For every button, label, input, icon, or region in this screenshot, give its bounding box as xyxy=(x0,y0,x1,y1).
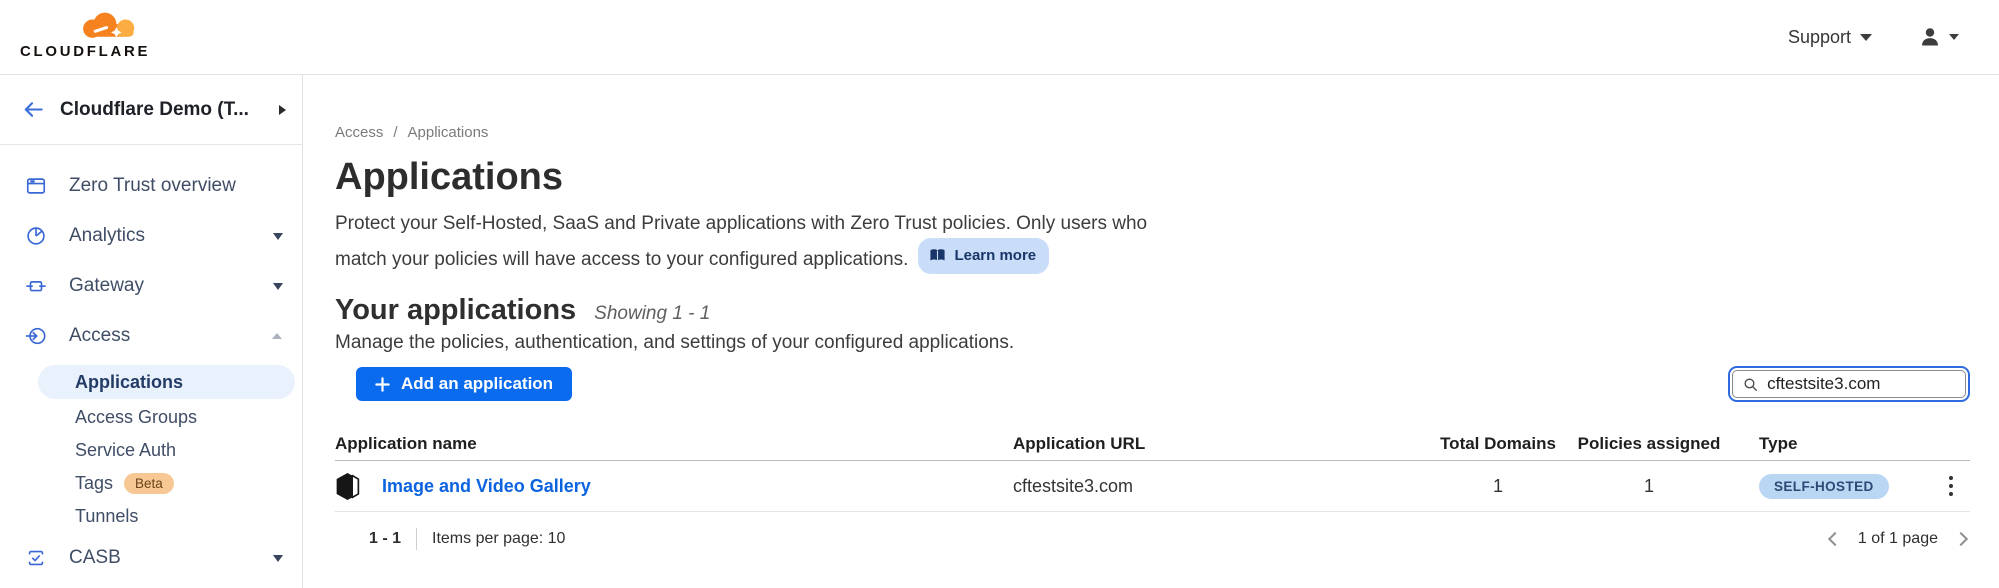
section-title: Your applications xyxy=(335,294,576,327)
overview-icon xyxy=(25,175,47,197)
sidebar-item-tunnels[interactable]: Tunnels xyxy=(0,500,302,533)
cloudflare-wordmark: CLOUDFLARE xyxy=(20,43,150,60)
page-title: Applications xyxy=(335,155,1970,199)
sidebar-item-label: Service Auth xyxy=(75,440,176,461)
learn-more-badge[interactable]: Learn more xyxy=(918,238,1049,274)
sidebar-nav: Zero Trust overview Analytics xyxy=(0,145,302,583)
sidebar-item-access[interactable]: Access xyxy=(0,311,302,361)
chevron-down-icon xyxy=(273,283,283,290)
sidebar: Cloudflare Demo (T... Zero Trust overvie… xyxy=(0,75,303,588)
table-header-row: Application name Application URL Total D… xyxy=(335,428,1970,461)
sidebar-item-label: Access Groups xyxy=(75,407,197,428)
chevron-down-icon xyxy=(273,233,283,240)
book-icon xyxy=(929,248,946,263)
gateway-icon xyxy=(25,275,47,297)
column-policies-assigned: Policies assigned xyxy=(1563,434,1735,454)
cloudflare-logo[interactable]: CLOUDFLARE xyxy=(20,9,152,66)
chevron-right-icon[interactable] xyxy=(279,105,286,115)
next-page-icon[interactable] xyxy=(1954,532,1968,546)
column-type: Type xyxy=(1735,434,1915,454)
sidebar-item-label: Access xyxy=(69,325,250,347)
user-icon xyxy=(1918,25,1942,49)
application-cube-icon xyxy=(335,472,360,501)
sidebar-item-label: Gateway xyxy=(69,275,251,297)
description-text: match your policies will have access to … xyxy=(335,249,908,270)
user-menu[interactable] xyxy=(1918,25,1959,49)
search-input[interactable] xyxy=(1767,374,1955,394)
total-domains-cell: 1 xyxy=(1433,476,1563,497)
top-bar: CLOUDFLARE Support xyxy=(0,0,1999,75)
page-info: 1 of 1 page xyxy=(1858,530,1938,548)
divider xyxy=(416,528,417,550)
pagination: 1 - 1 Items per page: 10 1 of 1 page xyxy=(335,528,1970,550)
description-line-1: Protect your Self-Hosted, SaaS and Priva… xyxy=(335,209,1970,238)
application-url-cell: cftestsite3.com xyxy=(1013,476,1433,497)
search-focus-ring xyxy=(1728,366,1970,402)
sidebar-item-tags[interactable]: Tags Beta xyxy=(0,467,302,500)
section-subtitle: Manage the policies, authentication, and… xyxy=(335,332,1970,354)
description-line-2: match your policies will have access to … xyxy=(335,238,1970,274)
sidebar-item-gateway[interactable]: Gateway xyxy=(0,261,302,311)
policies-assigned-cell: 1 xyxy=(1563,476,1735,497)
back-arrow-icon[interactable] xyxy=(22,98,45,121)
type-badge: SELF-HOSTED xyxy=(1759,474,1889,499)
access-icon xyxy=(25,325,47,347)
sidebar-item-label: Tags xyxy=(75,473,113,494)
support-label: Support xyxy=(1788,27,1851,48)
breadcrumb-access[interactable]: Access xyxy=(335,124,383,141)
breadcrumb-applications: Applications xyxy=(408,124,489,141)
sidebar-item-service-auth[interactable]: Service Auth xyxy=(0,434,302,467)
column-application-name: Application name xyxy=(335,434,1013,454)
add-application-button[interactable]: Add an application xyxy=(356,367,572,401)
applications-toolbar: Add an application xyxy=(335,366,1970,402)
table-row: Image and Video Gallery cftestsite3.com … xyxy=(335,461,1970,512)
sidebar-item-label: Zero Trust overview xyxy=(69,175,288,197)
applications-table: Application name Application URL Total D… xyxy=(335,428,1970,512)
breadcrumb: Access / Applications xyxy=(335,124,1970,141)
column-application-url: Application URL xyxy=(1013,434,1433,454)
access-sub-menu: Applications Access Groups Service Auth … xyxy=(0,365,302,533)
main-content: Access / Applications Applications Prote… xyxy=(303,75,1999,588)
row-actions-menu[interactable] xyxy=(1942,471,1961,502)
cloudflare-cloud-icon xyxy=(83,12,134,37)
application-name-link[interactable]: Image and Video Gallery xyxy=(382,476,591,497)
previous-page-icon[interactable] xyxy=(1828,532,1842,546)
chevron-up-icon xyxy=(272,333,282,339)
chevron-down-icon xyxy=(1949,34,1959,40)
page-description: Protect your Self-Hosted, SaaS and Priva… xyxy=(335,209,1970,274)
sidebar-item-zero-trust-overview[interactable]: Zero Trust overview xyxy=(0,161,302,211)
search-box xyxy=(1732,370,1966,398)
casb-icon xyxy=(25,547,47,569)
analytics-pie-icon xyxy=(25,225,47,247)
sidebar-item-label: Analytics xyxy=(69,225,251,247)
breadcrumb-separator: / xyxy=(393,124,397,141)
sidebar-item-access-groups[interactable]: Access Groups xyxy=(0,401,302,434)
plus-icon xyxy=(375,377,390,392)
showing-count: Showing 1 - 1 xyxy=(594,303,710,325)
account-switcher[interactable]: Cloudflare Demo (T... xyxy=(0,75,302,145)
sidebar-item-label: CASB xyxy=(69,547,251,569)
sidebar-item-label: Applications xyxy=(75,372,183,393)
pagination-range: 1 - 1 xyxy=(369,530,401,548)
column-total-domains: Total Domains xyxy=(1433,434,1563,454)
add-application-label: Add an application xyxy=(401,374,553,394)
learn-more-label: Learn more xyxy=(954,241,1036,270)
search-icon xyxy=(1743,376,1758,393)
account-name: Cloudflare Demo (T... xyxy=(60,99,264,121)
support-menu[interactable]: Support xyxy=(1788,27,1872,48)
beta-badge: Beta xyxy=(124,473,174,494)
sidebar-item-casb[interactable]: CASB xyxy=(0,533,302,583)
sidebar-item-analytics[interactable]: Analytics xyxy=(0,211,302,261)
chevron-down-icon xyxy=(1860,34,1872,41)
items-per-page[interactable]: Items per page: 10 xyxy=(432,530,565,548)
sidebar-item-applications[interactable]: Applications xyxy=(38,365,295,399)
sidebar-item-label: Tunnels xyxy=(75,506,138,527)
chevron-down-icon xyxy=(273,555,283,562)
